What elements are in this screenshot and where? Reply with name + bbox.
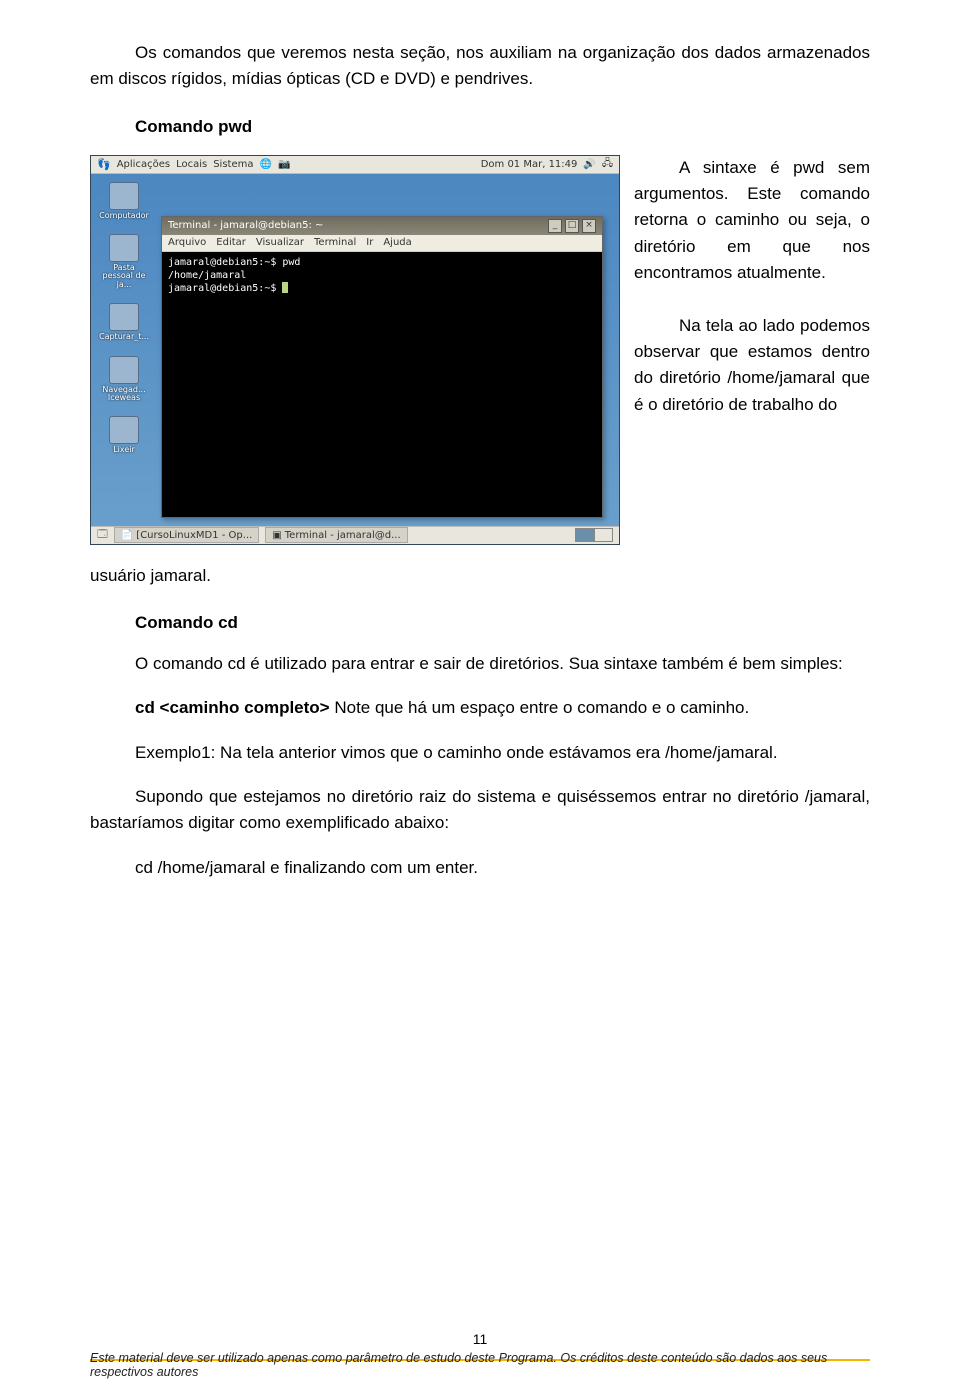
gnome-top-panel: 👣 Aplicações Locais Sistema 🌐 📷 Dom 01 M…: [91, 156, 619, 174]
taskbar-item-doc[interactable]: 📄[CursoLinuxMD1 - Op...: [114, 527, 259, 543]
show-desktop-icon[interactable]: 🗔: [97, 527, 108, 544]
screenshot-pwd: 👣 Aplicações Locais Sistema 🌐 📷 Dom 01 M…: [90, 155, 620, 545]
screenshot-tool-icon[interactable]: 📷: [278, 159, 290, 170]
workspace-2[interactable]: [594, 529, 613, 541]
gnome-foot-icon: 👣: [97, 158, 111, 171]
window-maximize-button[interactable]: □: [565, 219, 579, 233]
taskbar-item-terminal[interactable]: ▣Terminal - jamaral@d...: [265, 527, 407, 543]
desktop-icon-computer[interactable]: Computador: [99, 182, 149, 220]
panel-menu-places[interactable]: Locais: [176, 159, 207, 170]
network-icon[interactable]: 🖧: [602, 156, 613, 173]
browser-icon[interactable]: 🌐: [259, 159, 271, 170]
page-number: 11: [0, 1331, 960, 1347]
term-menu-terminal[interactable]: Terminal: [314, 237, 356, 248]
cd-example2: Supondo que estejamos no diretório raiz …: [90, 784, 870, 837]
term-line-1: jamaral@debian5:~$ pwd: [168, 256, 596, 269]
terminal-titlebar[interactable]: Terminal - jamaral@debian5: ~ _ □ ×: [162, 217, 602, 235]
panel-menu-system[interactable]: Sistema: [213, 159, 253, 170]
cd-syntax-rest: Note que há um espaço entre o comando e …: [330, 698, 750, 717]
desktop-icon-column: Computador Pasta pessoal de ja... Captur…: [99, 182, 149, 455]
terminal-window[interactable]: Terminal - jamaral@debian5: ~ _ □ × Arqu…: [161, 216, 603, 518]
term-menu-file[interactable]: Arquivo: [168, 237, 206, 248]
cd-syntax-line: cd <caminho completo> Note que há um esp…: [90, 695, 870, 721]
cd-paragraph-1: O comando cd é utilizado para entrar e s…: [90, 651, 870, 677]
panel-menu-applications[interactable]: Aplicações: [117, 159, 170, 170]
cd-example1: Exemplo1: Na tela anterior vimos que o c…: [90, 740, 870, 766]
cd-syntax-bold: cd <caminho completo>: [135, 698, 330, 717]
term-menu-help[interactable]: Ajuda: [383, 237, 411, 248]
term-line-2: /home/jamaral: [168, 269, 596, 282]
term-menu-go[interactable]: Ir: [366, 237, 373, 248]
desktop-icon-capture[interactable]: Capturar_t...: [99, 303, 149, 341]
desktop-icon-browser[interactable]: Navegad... Iceweas: [99, 356, 149, 403]
workspace-1[interactable]: [576, 529, 594, 541]
term-line-3: jamaral@debian5:~$: [168, 282, 596, 295]
cd-final-command: cd /home/jamaral e finalizando com um en…: [90, 855, 870, 881]
desktop-icon-trash[interactable]: Lixeir: [99, 416, 149, 454]
volume-icon[interactable]: 🔊: [583, 159, 595, 170]
panel-clock: Dom 01 Mar, 11:49: [481, 159, 578, 170]
intro-paragraph: Os comandos que veremos nesta seção, nos…: [90, 40, 870, 93]
desktop-icon-home[interactable]: Pasta pessoal de ja...: [99, 234, 149, 289]
footer-note: Este material deve ser utilizado apenas …: [90, 1351, 870, 1379]
heading-comando-cd: Comando cd: [90, 613, 870, 633]
window-close-button[interactable]: ×: [582, 219, 596, 233]
heading-comando-pwd: Comando pwd: [135, 117, 870, 137]
term-menu-view[interactable]: Visualizar: [256, 237, 304, 248]
terminal-cursor: [282, 282, 288, 293]
pwd-side-text: A sintaxe é pwd sem argumentos. Este com…: [634, 155, 870, 418]
pwd-after-text: usuário jamaral.: [90, 563, 870, 589]
terminal-body[interactable]: jamaral@debian5:~$ pwd /home/jamaral jam…: [162, 252, 602, 517]
term-menu-edit[interactable]: Editar: [216, 237, 246, 248]
terminal-menubar: Arquivo Editar Visualizar Terminal Ir Aj…: [162, 235, 602, 252]
window-minimize-button[interactable]: _: [548, 219, 562, 233]
terminal-title-text: Terminal - jamaral@debian5: ~: [168, 220, 323, 231]
gnome-bottom-panel: 🗔 📄[CursoLinuxMD1 - Op... ▣Terminal - ja…: [91, 526, 619, 544]
